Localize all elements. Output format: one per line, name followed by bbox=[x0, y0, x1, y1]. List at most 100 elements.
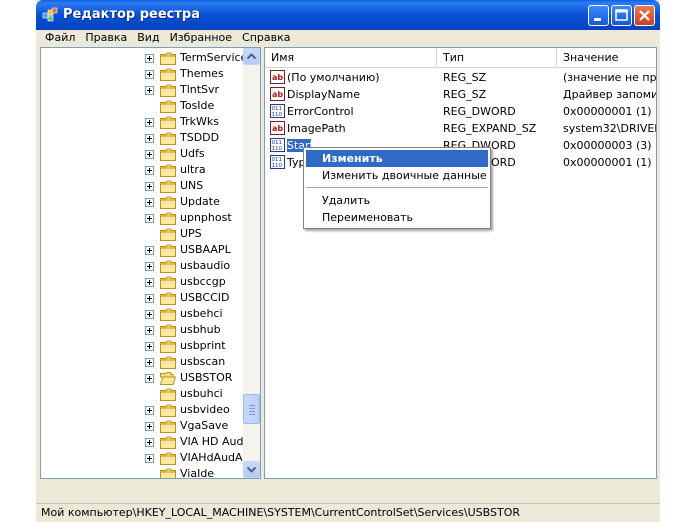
value-type: REG_SZ bbox=[443, 71, 487, 84]
scroll-down-button[interactable] bbox=[243, 461, 260, 478]
list-hscroll-thumb[interactable] bbox=[282, 478, 540, 479]
tree-item[interactable]: USBAAPL bbox=[41, 242, 241, 258]
tree-item-label: TrkWks bbox=[180, 115, 219, 128]
tree-scroll-thumb[interactable] bbox=[243, 394, 260, 424]
context-menu: Изменить Изменить двоичные данные Удалит… bbox=[303, 147, 491, 229]
minimize-icon bbox=[594, 18, 601, 21]
tree-item-label: Themes bbox=[180, 67, 224, 80]
scroll-right-button[interactable] bbox=[226, 478, 243, 479]
expand-icon[interactable] bbox=[145, 262, 154, 271]
scroll-left-button[interactable] bbox=[41, 478, 58, 479]
tree-item[interactable]: TlntSvr bbox=[41, 82, 241, 98]
tree-item[interactable]: Udfs bbox=[41, 146, 241, 162]
tree-item[interactable]: TermService bbox=[41, 50, 247, 66]
folder-icon bbox=[160, 420, 176, 433]
minimize-button[interactable] bbox=[588, 5, 609, 26]
tree-item[interactable]: usbehci bbox=[41, 306, 241, 322]
tree-item[interactable]: usbccgp bbox=[41, 274, 241, 290]
tree-item[interactable]: upnphost bbox=[41, 210, 241, 226]
scroll-left-button[interactable] bbox=[265, 478, 282, 479]
expand-icon[interactable] bbox=[145, 166, 154, 175]
list-row[interactable]: ab DisplayName REG_SZ Драйвер запомина bbox=[265, 86, 656, 103]
tree-item[interactable]: TrkWks bbox=[41, 114, 241, 130]
expand-icon[interactable] bbox=[145, 438, 154, 447]
tree-item[interactable]: usbprint bbox=[41, 338, 241, 354]
scroll-up-button[interactable] bbox=[243, 48, 260, 65]
tree-item[interactable]: usbscan bbox=[41, 354, 241, 370]
column-value[interactable]: Значение bbox=[557, 48, 656, 68]
list-row[interactable]: ab ImagePath REG_EXPAND_SZ system32\DRIVERS bbox=[265, 120, 656, 137]
expand-icon[interactable] bbox=[145, 118, 154, 127]
expand-icon[interactable] bbox=[145, 86, 154, 95]
expand-icon[interactable] bbox=[145, 294, 154, 303]
value-data: 0x00000003 (3) bbox=[563, 139, 652, 152]
tree-item[interactable]: VgaSave bbox=[41, 418, 241, 434]
expand-icon[interactable] bbox=[145, 278, 154, 287]
tree-vertical-scrollbar[interactable] bbox=[243, 48, 260, 478]
expand-icon[interactable] bbox=[145, 406, 154, 415]
context-modify-binary[interactable]: Изменить двоичные данные bbox=[306, 167, 488, 184]
expand-icon[interactable] bbox=[145, 342, 154, 351]
menu-file[interactable]: Файл bbox=[45, 31, 75, 45]
binary-value-icon: 011110 bbox=[270, 155, 285, 169]
expand-icon[interactable] bbox=[145, 246, 154, 255]
expand-icon[interactable] bbox=[145, 182, 154, 191]
expand-icon[interactable] bbox=[145, 214, 154, 223]
tree-item[interactable]: TosIde bbox=[41, 98, 241, 114]
menu-view[interactable]: Вид bbox=[137, 31, 159, 45]
folder-icon bbox=[160, 276, 176, 289]
tree-item[interactable]: TSDDD bbox=[41, 130, 241, 146]
tree-hscroll-thumb[interactable] bbox=[58, 478, 180, 479]
expand-icon[interactable] bbox=[145, 422, 154, 431]
tree-item-label: TosIde bbox=[180, 99, 215, 112]
context-delete[interactable]: Удалить bbox=[306, 192, 488, 209]
maximize-button[interactable] bbox=[611, 5, 632, 26]
expand-icon[interactable] bbox=[145, 326, 154, 335]
tree-item[interactable]: USBSTOR bbox=[41, 370, 241, 386]
tree-horizontal-scrollbar[interactable] bbox=[41, 478, 243, 479]
expand-icon[interactable] bbox=[145, 310, 154, 319]
expand-icon[interactable] bbox=[145, 374, 154, 383]
tree-item[interactable]: usbaudio bbox=[41, 258, 241, 274]
tree-item[interactable]: UPS bbox=[41, 226, 241, 242]
menu-edit[interactable]: Правка bbox=[85, 31, 127, 45]
tree-item[interactable]: UNS bbox=[41, 178, 241, 194]
values-list[interactable]: Имя Тип Значение ab (По умолчанию) REG_SZ (… bbox=[264, 47, 657, 479]
tree-item[interactable]: Themes bbox=[41, 66, 241, 82]
tree-item[interactable]: usbuhci bbox=[41, 386, 241, 402]
tree-item[interactable]: usbvideo bbox=[41, 402, 241, 418]
svg-text:110: 110 bbox=[272, 163, 283, 169]
list-row[interactable]: ab (По умолчанию) REG_SZ (значение не прис bbox=[265, 69, 656, 86]
expand-icon[interactable] bbox=[145, 454, 154, 463]
tree-item-label: usbscan bbox=[180, 355, 226, 368]
expand-icon[interactable] bbox=[145, 150, 154, 159]
expand-icon[interactable] bbox=[145, 134, 154, 143]
column-name[interactable]: Имя bbox=[265, 48, 437, 68]
arrow-up-icon bbox=[246, 53, 257, 60]
menu-help[interactable]: Справка bbox=[242, 31, 290, 45]
tree-item[interactable]: VIAHdAudAc bbox=[41, 450, 248, 466]
expand-icon[interactable] bbox=[145, 70, 154, 79]
expand-icon[interactable] bbox=[145, 198, 154, 207]
title-bar[interactable]: Редактор реестра bbox=[36, 0, 660, 30]
tree-item[interactable]: USBCCID bbox=[41, 290, 241, 306]
folder-icon bbox=[160, 340, 176, 353]
column-type[interactable]: Тип bbox=[437, 48, 557, 68]
tree-item[interactable]: usbhub bbox=[41, 322, 241, 338]
tree-item[interactable]: ultra bbox=[41, 162, 241, 178]
folder-icon bbox=[160, 52, 176, 65]
tree-item[interactable]: Update bbox=[41, 194, 241, 210]
value-name: (По умолчанию) bbox=[287, 71, 380, 84]
scroll-right-button[interactable] bbox=[639, 478, 656, 479]
context-rename[interactable]: Переименовать bbox=[306, 209, 488, 226]
expand-icon[interactable] bbox=[145, 358, 154, 367]
expand-icon[interactable] bbox=[145, 54, 154, 63]
registry-tree[interactable]: TermService Themes TlntSvr TosIde TrkWks TSDD… bbox=[40, 47, 261, 479]
folder-icon bbox=[160, 308, 176, 321]
list-horizontal-scrollbar[interactable] bbox=[265, 478, 656, 479]
tree-item[interactable]: VIA HD Audi bbox=[41, 434, 247, 450]
list-row[interactable]: 011 110 ErrorControl REG_DWORD 0x00000001 (1… bbox=[265, 103, 656, 120]
close-button[interactable] bbox=[634, 5, 655, 26]
context-modify[interactable]: Изменить bbox=[306, 150, 488, 167]
menu-favorites[interactable]: Избранное bbox=[170, 31, 232, 45]
